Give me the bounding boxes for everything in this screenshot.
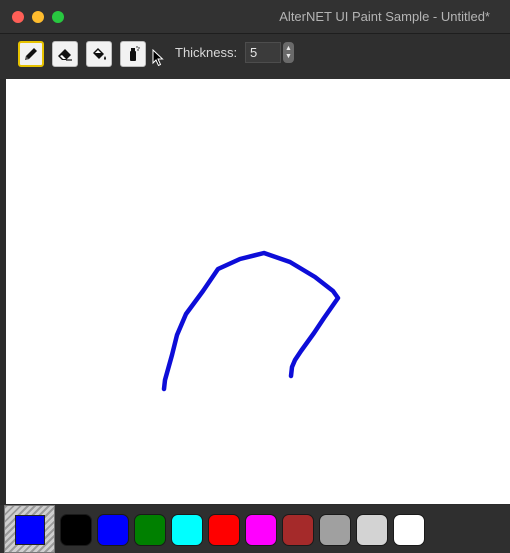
color-swatch[interactable] (356, 514, 388, 546)
color-swatch[interactable] (319, 514, 351, 546)
pen-tool-button[interactable] (18, 41, 44, 67)
thickness-input[interactable]: 5 (245, 42, 281, 63)
color-swatch[interactable] (134, 514, 166, 546)
eraser-icon (58, 49, 72, 61)
color-palette (0, 505, 510, 553)
thickness-label: Thickness: (175, 45, 238, 60)
close-window-button[interactable] (12, 11, 24, 23)
color-swatch[interactable] (171, 514, 203, 546)
airbrush-tool-button[interactable] (120, 41, 146, 67)
color-swatch[interactable] (60, 514, 92, 546)
drawing-surface (161, 250, 341, 392)
color-swatch[interactable] (245, 514, 277, 546)
pencil-icon (25, 48, 37, 60)
mouse-cursor-icon (152, 49, 164, 67)
current-color-panel (4, 505, 55, 553)
stepper-down-icon[interactable]: ▼ (285, 53, 292, 60)
drawn-stroke (161, 250, 341, 392)
color-swatch[interactable] (97, 514, 129, 546)
color-swatch[interactable] (393, 514, 425, 546)
title-bar: AlterNET UI Paint Sample - Untitled* (0, 0, 510, 34)
color-swatch[interactable] (282, 514, 314, 546)
fill-tool-button[interactable] (86, 41, 112, 67)
stepper-up-icon[interactable]: ▲ (285, 45, 292, 52)
toolbar: Thickness: 5 ▲ ▼ (0, 34, 510, 79)
window-title: AlterNET UI Paint Sample - Untitled* (279, 9, 490, 24)
spray-can-icon (130, 46, 140, 61)
thickness-stepper[interactable]: ▲ ▼ (283, 42, 294, 63)
minimize-window-button[interactable] (32, 11, 44, 23)
current-color-swatch (15, 515, 45, 545)
eraser-tool-button[interactable] (52, 41, 78, 67)
maximize-window-button[interactable] (52, 11, 64, 23)
paint-bucket-icon (93, 48, 106, 60)
color-swatch[interactable] (208, 514, 240, 546)
drawing-canvas[interactable] (6, 79, 510, 504)
